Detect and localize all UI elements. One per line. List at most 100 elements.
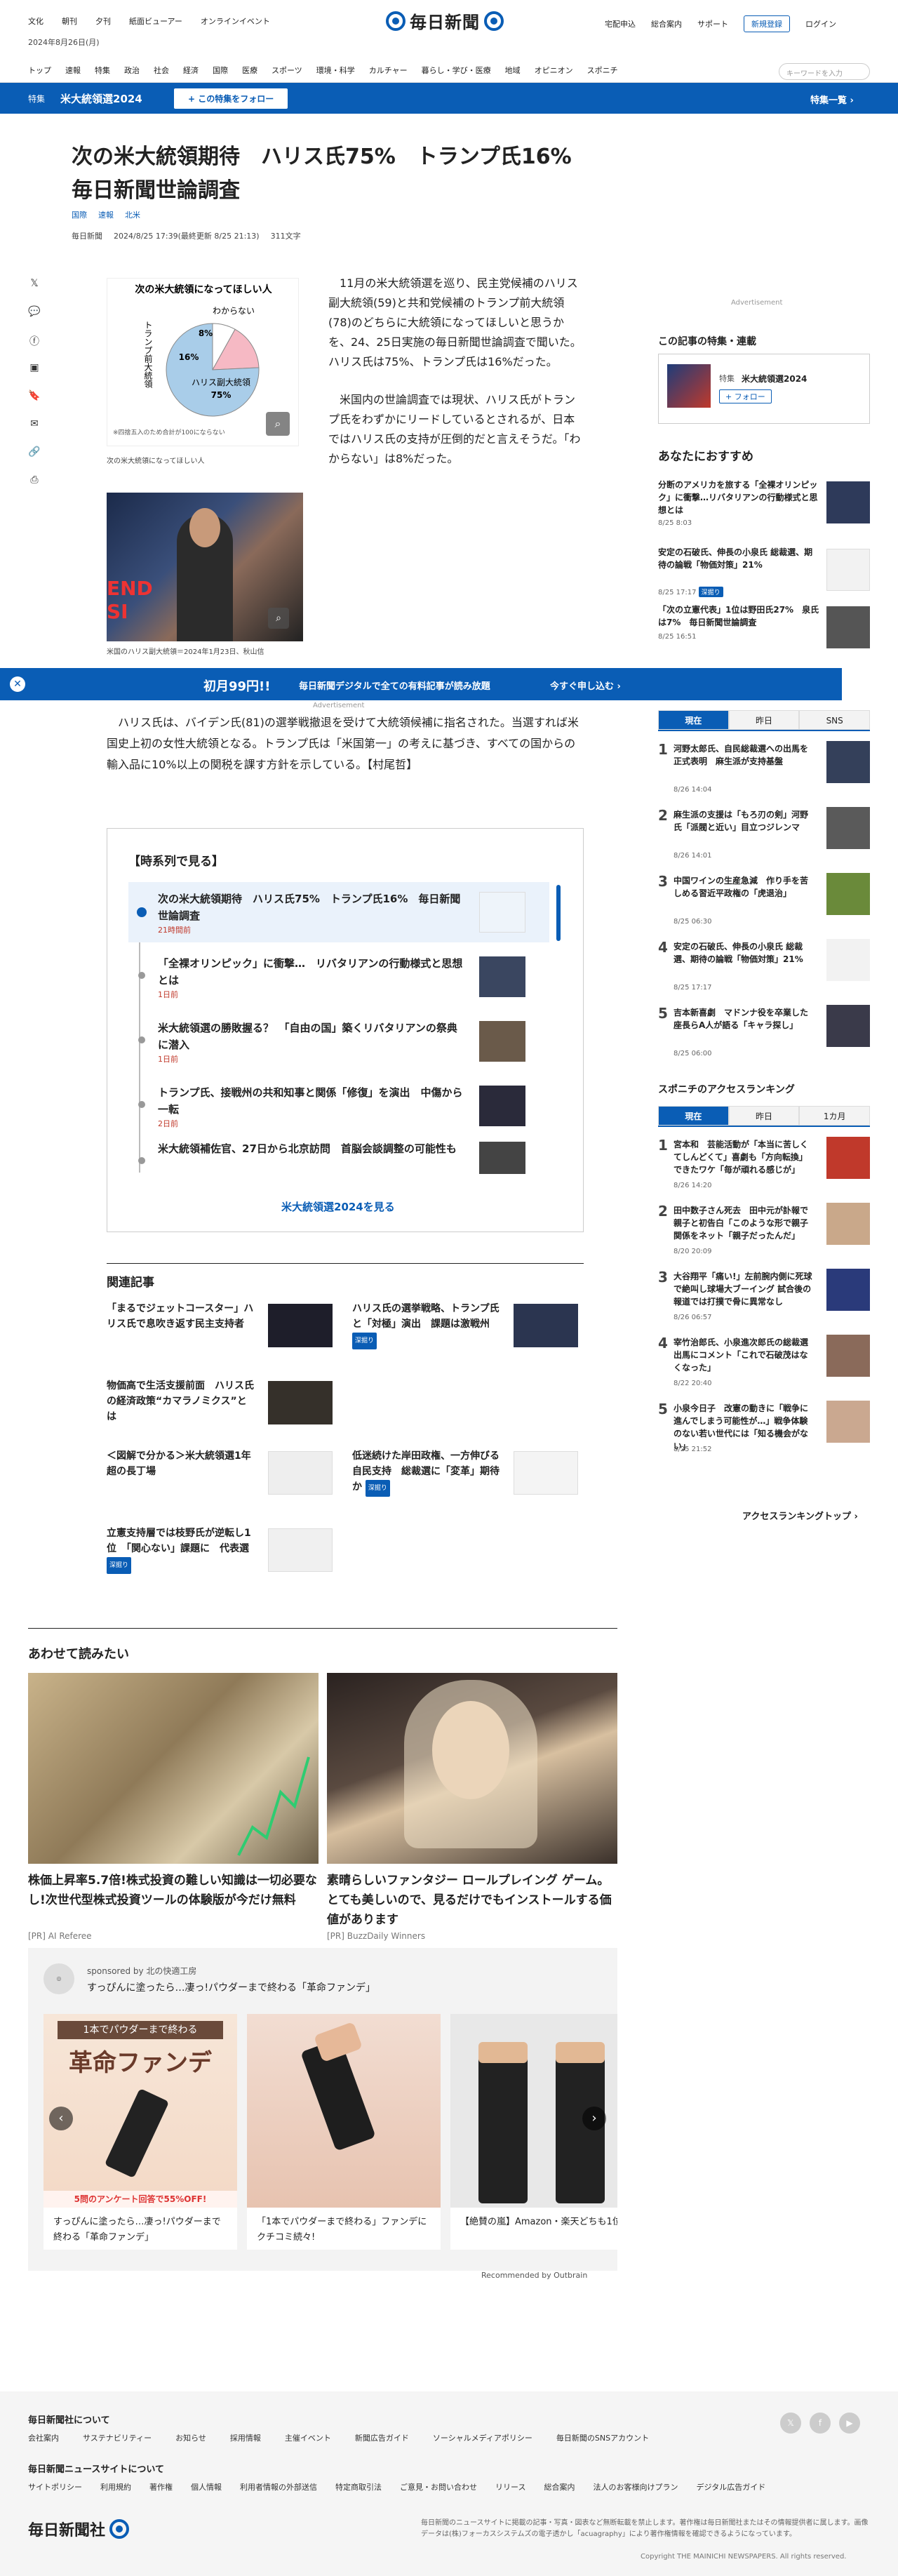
nav-item[interactable]: トップ [28, 65, 51, 76]
nav-item[interactable]: 環境・科学 [316, 65, 355, 76]
footer-link[interactable]: ご意見・お問い合わせ [400, 2481, 477, 2492]
outbrain-credit[interactable]: Recommended by Outbrain [481, 2271, 587, 2280]
footer-link[interactable]: デジタル広告ガイド [696, 2481, 765, 2492]
tab-now[interactable]: 現在 [658, 710, 729, 730]
sponsored-card[interactable]: 【絶賛の嵐】Amazon・楽天どちも1位!? [450, 2014, 617, 2250]
ranking-item[interactable]: 4 宰竹治郎氏、小泉進次郎氏の総裁選出馬にコメント「これで石破茂はなくなった」 8/… [658, 1335, 870, 1398]
timeline-scrollbar[interactable] [556, 885, 561, 941]
ranking-item[interactable]: 1 河野太郎氏、自民総裁選への出馬を正式表明 麻生派が支持基盤 8/26 14:04 [658, 741, 870, 804]
feature-follow-button[interactable]: + フォロー [719, 389, 772, 403]
footer-link[interactable]: 採用情報 [230, 2432, 261, 2443]
recommend-item[interactable]: 分断のアメリカを旅する「全裸オリンピック」に衝撃…リバタリアンの行動様式と思想と… [658, 479, 870, 535]
youtube-icon[interactable]: ▶ [839, 2413, 860, 2434]
zoom-icon[interactable]: ⌕ [268, 608, 289, 629]
related-item[interactable]: 物価高で生活支援前面 ハリス氏の経済政策“カマラノミクス”とは [107, 1375, 333, 1440]
nav-item[interactable]: オピニオン [535, 65, 573, 76]
footer-link[interactable]: お知らせ [175, 2432, 206, 2443]
ranking-item[interactable]: 5 吉本新喜劇 マドンナ役を卒業した座長らA人が語る「キャラ探し」 8/25 06:… [658, 1005, 870, 1068]
nav-item[interactable]: 地域 [505, 65, 521, 76]
nav-item[interactable]: 政治 [124, 65, 140, 76]
ranking-item[interactable]: 3 大谷翔平「痛い!」左前腕内側に死球で絶叫し球場大ブーイング 試合後の報道では打… [658, 1269, 870, 1332]
sponsor-headline[interactable]: すっぴんに塗ったら…凄っ!パウダーまで終わる「革命ファンデ」 [87, 1980, 375, 1994]
ranking-item[interactable]: 2 田中数子さん死去 田中元が訃報で親子と初告白「このような形で親子関係をネット「… [658, 1203, 870, 1266]
timeline-more-link[interactable]: 米大統領選2024を見る [281, 1199, 395, 1214]
facebook-icon[interactable]: f [810, 2413, 831, 2434]
nav-item[interactable]: スポーツ [272, 65, 302, 76]
recommend-item[interactable]: 「次の立憲代表」1位は野田氏27% 泉氏は7% 毎日新聞世論調査 8/25 16… [658, 603, 870, 660]
ranking-item[interactable]: 1 宮本和 芸能活動が「本当に苦しくてしんどくて」喜劇も「方向転換」できたワケ「毎… [658, 1137, 870, 1200]
nav-item[interactable]: 国際 [213, 65, 228, 76]
tag-link[interactable]: 北米 [125, 209, 140, 220]
promo-cta[interactable]: 今すぐ申し込む › [550, 679, 621, 692]
top-link[interactable]: 文化 [28, 15, 43, 27]
link-icon[interactable]: 🔗 [28, 446, 41, 459]
footer-link[interactable]: サイトポリシー [28, 2481, 82, 2492]
ad-image-money[interactable] [28, 1673, 319, 1864]
related-item[interactable]: ハリス氏の選挙戦略、トランプ氏と「対極」演出 課題は激戦州 深掘り [352, 1298, 578, 1363]
footer-link[interactable]: 利用者情報の外部送信 [240, 2481, 317, 2492]
related-item[interactable]: 低迷続けた岸田政権、一方伸びる自民支持 総裁選に「変革」期待か 深掘り [352, 1446, 578, 1510]
print-icon[interactable]: ⎙ [28, 474, 41, 487]
footer-link[interactable]: 利用規約 [100, 2481, 131, 2492]
bookmark-icon[interactable]: 🔖 [28, 390, 41, 403]
footer-link[interactable]: 個人情報 [191, 2481, 222, 2492]
nav-item[interactable]: 医療 [242, 65, 257, 76]
poll-chart-figure[interactable]: 次の米大統領になってほしい人 ハリス副大統領 75% 16% 8% トランプ前大統領 わか… [107, 278, 299, 446]
footer-link[interactable]: 総合案内 [544, 2481, 575, 2492]
ranking-more-link[interactable]: アクセスランキングトップ › [742, 1509, 858, 1522]
sponsored-card[interactable]: 「1本でパウダーまで終わる」ファンデにクチコミ続々! [247, 2014, 441, 2250]
nav-item[interactable]: カルチャー [369, 65, 408, 76]
carousel-next-icon[interactable]: › [582, 2107, 606, 2130]
timeline-item[interactable]: 「全裸オリンピック」に衝撃… リバタリアンの行動様式と思想とは 1日前 [128, 947, 549, 1007]
harris-photo[interactable]: END SI ⌕ [107, 493, 303, 641]
nav-item[interactable]: 社会 [154, 65, 169, 76]
special-title[interactable]: 米大統領選2024 [60, 91, 142, 106]
site-logo[interactable]: 毎日新聞 [386, 8, 504, 33]
sponsored-card[interactable]: 1本でパウダーまで終わる 革命ファンデ 5問のアンケート回答で55%OFF! す… [43, 2014, 237, 2250]
tab-yesterday[interactable]: 昨日 [728, 1106, 800, 1126]
footer-link[interactable]: 会社案内 [28, 2432, 59, 2443]
top-link[interactable]: 朝刊 [62, 15, 77, 27]
nav-item[interactable]: 経済 [183, 65, 199, 76]
feature-box[interactable]: 特集 米大統領選2024 + フォロー [658, 354, 870, 424]
header-link[interactable]: 宅配申込 [605, 18, 636, 29]
carousel-prev-icon[interactable]: ‹ [49, 2107, 73, 2130]
x-share-icon[interactable]: 𝕏 [28, 278, 41, 291]
footer-link[interactable]: 新聞広告ガイド [355, 2432, 409, 2443]
footer-link[interactable]: 主催イベント [285, 2432, 331, 2443]
footer-logo[interactable]: 毎日新聞社 [28, 2518, 130, 2540]
footer-link[interactable]: 特定商取引法 [335, 2481, 382, 2492]
timeline-item[interactable]: トランプ氏、接戦州の共和知事と関係「修復」を演出 中傷から一転 2日前 [128, 1076, 549, 1136]
ranking-item[interactable]: 4 安定の石破氏、伸長の小泉氏 総裁選、期待の論戦「物価対策」21% 8/25 17… [658, 939, 870, 1002]
related-item[interactable]: 「まるでジェットコースター」ハリス氏で息吹き返す民主支持者 [107, 1298, 333, 1363]
ad-image-fantasy[interactable] [327, 1673, 617, 1864]
footer-link[interactable]: 法人のお客様向けプラン [593, 2481, 678, 2492]
timeline-item[interactable]: 米大統領選の勝敗握る？ 「自由の国」築くリバタリアンの祭典に潜入 1日前 [128, 1011, 549, 1072]
x-icon[interactable]: 𝕏 [780, 2413, 801, 2434]
close-icon[interactable]: ✕ [10, 676, 25, 692]
special-list-link[interactable]: 特集一覧 › [810, 93, 854, 106]
tab-sns[interactable]: SNS [799, 710, 871, 730]
ad-headline[interactable]: 素晴らしいファンタジー ロールプレイング ゲーム。とても美しいので、見るだけでも… [327, 1871, 617, 1930]
footer-link[interactable]: ソーシャルメディアポリシー [433, 2432, 532, 2443]
follow-special-button[interactable]: + この特集をフォロー [174, 88, 288, 109]
footer-link[interactable]: サステナビリティー [83, 2432, 152, 2443]
comment-icon[interactable]: 💬 [28, 306, 41, 319]
header-link[interactable]: サポート [697, 18, 728, 29]
related-item[interactable]: 立憲支持層では枝野氏が逆転し1位 「関心ない」課題に 代表選 深掘り [107, 1523, 333, 1587]
top-link[interactable]: オンラインイベント [201, 15, 270, 27]
header-link[interactable]: 総合案内 [651, 18, 682, 29]
top-link[interactable]: 紙面ビューアー [129, 15, 182, 27]
login-link[interactable]: ログイン [805, 18, 836, 29]
nav-item[interactable]: 特集 [95, 65, 110, 76]
mail-icon[interactable]: ✉ [28, 418, 41, 431]
search-input[interactable]: キーワードを入力 [779, 63, 870, 80]
ranking-item[interactable]: 5 小泉今日子 改憲の動きに「戦争に進んでしまう可能性が…」戦争体験のない若い世代… [658, 1401, 870, 1464]
related-item[interactable]: ＜図解で分かる＞米大統領選1年超の長丁場 [107, 1446, 333, 1510]
ranking-item[interactable]: 2 麻生派の支援は「もろ刃の剣」河野氏「派閥と近い」目立つジレンマ 8/26 14:… [658, 807, 870, 870]
recommend-item[interactable]: 安定の石破氏、伸長の小泉氏 総裁選、期待の論戦「物価対策」21% 8/25 17… [658, 546, 870, 602]
tab-month[interactable]: 1カ月 [799, 1106, 871, 1126]
ranking-item[interactable]: 3 中国ワインの生産急減 作り手を苦しめる習近平政権の「虎退治」 8/25 06:3… [658, 873, 870, 936]
tag-link[interactable]: 国際 [72, 209, 87, 220]
footer-link[interactable]: 毎日新聞のSNSアカウント [556, 2432, 649, 2443]
